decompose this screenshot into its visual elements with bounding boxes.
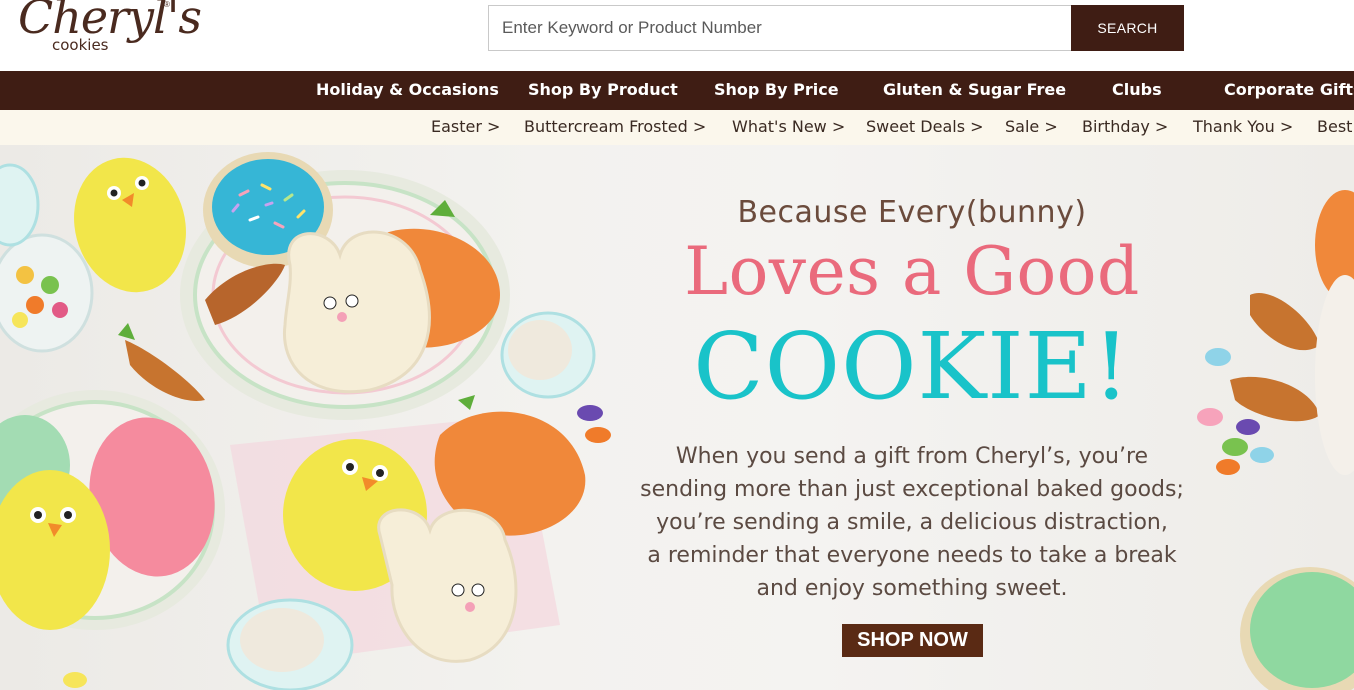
shop-now-button[interactable]: SHOP NOW xyxy=(842,624,983,657)
subnav-sweet-deals[interactable]: Sweet Deals > xyxy=(866,110,984,145)
main-nav: Holiday & Occasions Shop By Product Shop… xyxy=(0,71,1354,110)
subnav-birthday[interactable]: Birthday > xyxy=(1082,110,1168,145)
subnav-buttercream-frosted[interactable]: Buttercream Frosted > xyxy=(524,110,706,145)
search-button[interactable]: SEARCH xyxy=(1071,5,1184,51)
hero-body-text: When you send a gift from Cheryl’s, you’… xyxy=(600,440,1224,605)
hero-body-line: When you send a gift from Cheryl’s, you’… xyxy=(675,444,1149,469)
nav-clubs[interactable]: Clubs xyxy=(1112,71,1162,110)
subnav-sale[interactable]: Sale > xyxy=(1005,110,1058,145)
nav-gluten-sugar-free[interactable]: Gluten & Sugar Free xyxy=(883,71,1066,110)
nav-corporate-gifts[interactable]: Corporate Gifts xyxy=(1224,71,1354,110)
hero-body-line: and enjoy something sweet. xyxy=(756,576,1068,601)
cheryls-logo[interactable]: Cheryl's ® cookies xyxy=(18,0,202,70)
subnav-best[interactable]: Best xyxy=(1317,110,1352,145)
hero-headline: Loves a Good xyxy=(684,233,1140,310)
registered-mark: ® xyxy=(164,0,170,9)
search-input[interactable] xyxy=(488,5,1072,51)
search-bar: SEARCH xyxy=(488,5,1184,51)
nav-shop-by-product[interactable]: Shop By Product xyxy=(528,71,678,110)
hero-body-line: you’re sending a smile, a delicious dist… xyxy=(656,510,1168,535)
subnav-thank-you[interactable]: Thank You > xyxy=(1193,110,1293,145)
hero-kicker: Because Every(bunny) xyxy=(737,195,1087,230)
logo-wordmark: Cheryl's xyxy=(18,0,202,44)
hero-banner[interactable]: Because Every(bunny) Loves a Good COOKIE… xyxy=(0,145,1354,690)
subnav-easter[interactable]: Easter > xyxy=(431,110,500,145)
nav-holiday-occasions[interactable]: Holiday & Occasions xyxy=(316,71,499,110)
hero-headline-emphasis: COOKIE! xyxy=(693,313,1131,420)
site-header: Cheryl's ® cookies SEARCH xyxy=(0,0,1354,71)
nav-shop-by-price[interactable]: Shop By Price xyxy=(714,71,839,110)
subnav-whats-new[interactable]: What's New > xyxy=(732,110,845,145)
hero-body-line: a reminder that everyone needs to take a… xyxy=(647,543,1177,568)
hero-body-line: sending more than just exceptional baked… xyxy=(640,477,1184,502)
sub-nav: Easter > Buttercream Frosted > What's Ne… xyxy=(0,110,1354,145)
logo-tagline: cookies xyxy=(52,36,109,54)
